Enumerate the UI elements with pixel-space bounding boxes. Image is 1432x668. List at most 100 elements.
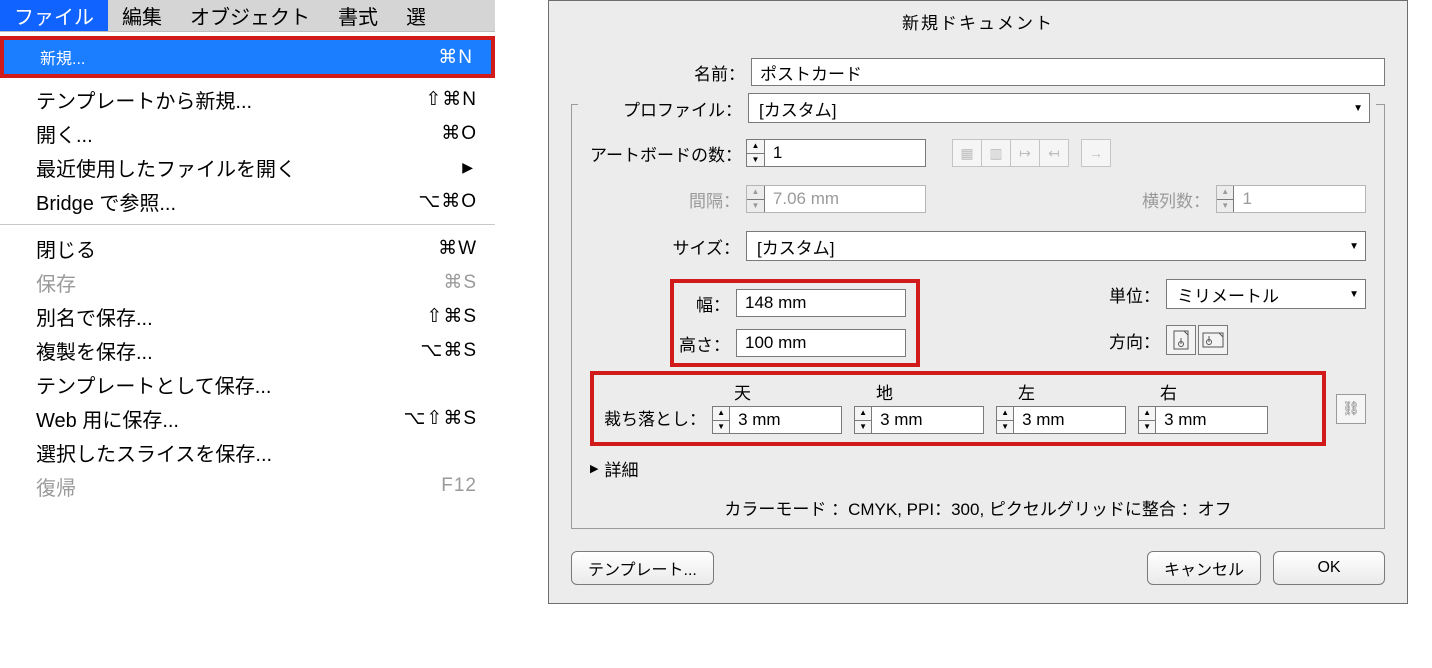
size-value: [カスタム] — [757, 234, 834, 259]
layout-ltr-icon: ↦ — [1010, 139, 1040, 167]
size-row: サイズ： [カスタム] ▼ — [590, 231, 1366, 261]
units-value: ミリメートル — [1177, 282, 1279, 307]
menu-item-save-copy[interactable]: 複製を保存... ⌥⌘S — [0, 333, 495, 367]
menu-item-label: テンプレートから新規... — [36, 85, 252, 114]
landscape-page-icon — [1202, 332, 1224, 348]
columns-input — [1234, 186, 1365, 212]
size-select[interactable]: [カスタム] ▼ — [746, 231, 1366, 261]
menu-item-browse-bridge[interactable]: Bridge で参照... ⌥⌘O — [0, 184, 495, 218]
bleed-left-input[interactable] — [1014, 407, 1125, 433]
bleed-left-label: 左 — [996, 379, 1126, 404]
menu-item-shortcut: ⌘W — [438, 237, 477, 260]
menu-item-shortcut: ⌥⇧⌘S — [404, 407, 478, 430]
units-label: 単位： — [1109, 282, 1166, 307]
dialog-title: 新規ドキュメント — [549, 1, 1407, 48]
profile-select[interactable]: [カスタム] ▼ — [748, 93, 1370, 123]
orientation-landscape-button[interactable] — [1198, 325, 1228, 355]
menu-item-shortcut: ⌘S — [443, 271, 477, 294]
submenu-arrow-icon: ▶ — [462, 159, 477, 176]
highlight-bleed: 裁ち落とし： 天 ▲▼ 地 ▲▼ — [590, 371, 1326, 446]
orientation-portrait-button[interactable] — [1166, 325, 1196, 355]
menubar-item-file[interactable]: ファイル — [0, 0, 108, 31]
menu-item-shortcut: ⇧⌘S — [426, 305, 477, 328]
width-label: 幅： — [674, 291, 736, 316]
arrow-up-icon[interactable]: ▲ — [747, 140, 764, 154]
menu-item-open[interactable]: 開く... ⌘O — [0, 116, 495, 150]
layout-rtl-icon: ↤ — [1039, 139, 1069, 167]
layout-next-icon: → — [1081, 139, 1111, 167]
menu-item-shortcut: ⌥⌘O — [418, 190, 477, 213]
menu-separator — [0, 224, 495, 225]
cancel-button[interactable]: キャンセル — [1147, 551, 1261, 585]
bleed-right-label: 右 — [1138, 379, 1268, 404]
width-units-row: 幅： 高さ： 単位： ミリメートル ▼ — [590, 279, 1366, 367]
bleed-bottom-stepper[interactable]: ▲▼ — [854, 406, 984, 434]
menu-item-revert: 復帰 F12 — [0, 469, 495, 503]
name-input[interactable] — [751, 58, 1385, 86]
orientation-label: 方向： — [1109, 328, 1166, 353]
bleed-bottom-input[interactable] — [872, 407, 983, 433]
layout-grid-col-icon: ▥ — [981, 139, 1011, 167]
artboards-label: アートボードの数： — [590, 141, 746, 166]
bleed-right-input[interactable] — [1156, 407, 1267, 433]
menu-item-shortcut: ⇧⌘N — [425, 88, 477, 111]
menu-item-label: 選択したスライスを保存... — [36, 438, 272, 467]
bleed-bottom-label: 地 — [854, 379, 984, 404]
units-select[interactable]: ミリメートル ▼ — [1166, 279, 1366, 309]
highlight-dimensions: 幅： 高さ： — [670, 279, 920, 367]
profile-fieldset: プロファイル： [カスタム] ▼ アートボードの数： ▲▼ ▦ ▥ ↦ ↤ — [571, 104, 1385, 529]
bleed-label: 裁ち落とし： — [600, 405, 712, 434]
profile-label: プロファイル： — [584, 96, 748, 121]
chevron-down-icon: ▼ — [1349, 289, 1359, 300]
menu-item-save-slices[interactable]: 選択したスライスを保存... — [0, 435, 495, 469]
artboards-input[interactable] — [765, 140, 925, 166]
file-menu-panel: ファイル 編集 オブジェクト 書式 選 新規... ⌘N テンプレートから新規.… — [0, 0, 495, 513]
menu-item-save-for-web[interactable]: Web 用に保存... ⌥⇧⌘S — [0, 401, 495, 435]
spacing-label: 間隔： — [590, 187, 746, 212]
width-input[interactable] — [736, 289, 906, 317]
menu-item-label: 開く... — [36, 119, 93, 148]
template-button[interactable]: テンプレート... — [571, 551, 714, 585]
height-label: 高さ： — [674, 331, 736, 356]
menu-item-label: 別名で保存... — [36, 302, 153, 331]
highlight-new-menu: 新規... ⌘N — [0, 36, 495, 78]
disclosure-right-icon: ▶ — [590, 462, 598, 475]
advanced-disclosure[interactable]: ▶ 詳細 — [590, 456, 1366, 481]
menubar-item-type[interactable]: 書式 — [324, 0, 392, 31]
spacing-stepper: ▲▼ — [746, 185, 926, 213]
menu-item-label: Web 用に保存... — [36, 404, 179, 433]
name-row: 名前： — [571, 58, 1385, 86]
menubar: ファイル 編集 オブジェクト 書式 選 — [0, 0, 495, 32]
menu-item-shortcut: F12 — [441, 475, 477, 497]
bleed-top-label: 天 — [712, 379, 842, 404]
menu-item-save-template[interactable]: テンプレートとして保存... — [0, 367, 495, 401]
menu-item-new-from-template[interactable]: テンプレートから新規... ⇧⌘N — [0, 82, 495, 116]
link-icon: ⛓ — [1342, 400, 1360, 417]
menu-item-label: 閉じる — [36, 234, 96, 263]
arrow-down-icon[interactable]: ▼ — [747, 154, 764, 167]
ok-button[interactable]: OK — [1273, 551, 1385, 585]
menu-item-label: 複製を保存... — [36, 336, 153, 365]
height-input[interactable] — [736, 329, 906, 357]
bleed-left-stepper[interactable]: ▲▼ — [996, 406, 1126, 434]
bleed-top-stepper[interactable]: ▲▼ — [712, 406, 842, 434]
columns-stepper: ▲▼ — [1216, 185, 1366, 213]
menu-item-save-as[interactable]: 別名で保存... ⇧⌘S — [0, 299, 495, 333]
menubar-item-select[interactable]: 選 — [392, 0, 440, 31]
columns-label: 横列数： — [1142, 187, 1216, 212]
menu-item-open-recent[interactable]: 最近使用したファイルを開く ▶ — [0, 150, 495, 184]
artboards-stepper[interactable]: ▲▼ — [746, 139, 926, 167]
layout-grid-row-icon: ▦ — [952, 139, 982, 167]
portrait-page-icon — [1173, 330, 1189, 350]
menu-item-close[interactable]: 閉じる ⌘W — [0, 231, 495, 265]
menubar-item-edit[interactable]: 編集 — [108, 0, 176, 31]
link-bleed-button[interactable]: ⛓ — [1336, 394, 1366, 424]
menu-item-label: テンプレートとして保存... — [36, 370, 271, 399]
bleed-top-input[interactable] — [730, 407, 841, 433]
bleed-row: 裁ち落とし： 天 ▲▼ 地 ▲▼ — [590, 371, 1366, 446]
document-summary: カラーモード ：CMYK, PPI：300, ピクセルグリッドに整合 ：オフ — [590, 495, 1366, 520]
bleed-right-stepper[interactable]: ▲▼ — [1138, 406, 1268, 434]
size-label: サイズ： — [590, 234, 746, 259]
menubar-item-object[interactable]: オブジェクト — [176, 0, 324, 31]
menu-item-new[interactable]: 新規... ⌘N — [4, 40, 491, 74]
